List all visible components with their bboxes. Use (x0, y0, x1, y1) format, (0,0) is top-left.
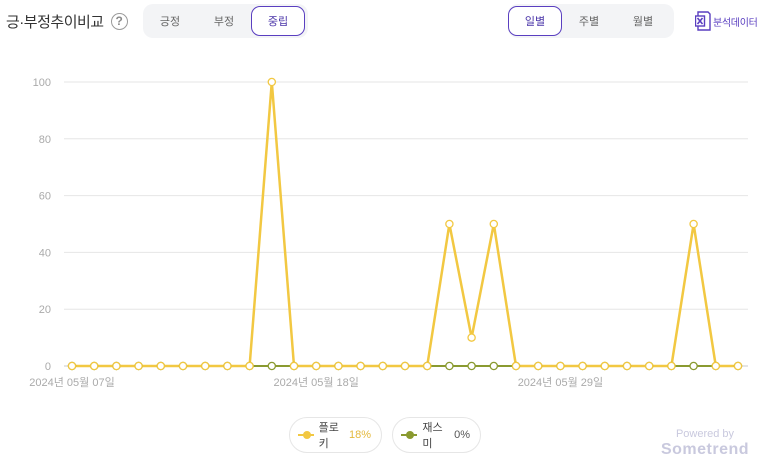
data-point-series-1 (533, 361, 543, 371)
legend-percent: 18% (348, 429, 371, 441)
powered-by-logo: Powered by Sometrend (660, 428, 750, 459)
data-point-series-1 (223, 361, 232, 371)
legend-item-series-2[interactable]: 재스미 0% (392, 417, 481, 453)
legend-marker-series-1 (298, 430, 314, 440)
data-point-series-1 (556, 361, 565, 371)
y-tick-label: 20 (39, 304, 51, 316)
legend-marker-series-2 (401, 430, 418, 440)
data-point-series-1 (334, 361, 343, 371)
data-point-series-1 (400, 361, 410, 371)
legend-item-series-1[interactable]: 플로키 18% (289, 417, 382, 453)
legend-percent: 0% (454, 429, 470, 441)
data-point-series-1 (289, 361, 299, 371)
data-point-series-2 (489, 361, 499, 371)
y-tick-label: 0 (45, 361, 51, 373)
data-point-series-1 (112, 361, 121, 371)
data-point-series-1 (156, 361, 166, 371)
data-point-series-1 (489, 219, 499, 229)
data-point-series-1 (667, 361, 676, 371)
legend-name: 재스미 (422, 422, 443, 450)
data-point-series-1 (422, 361, 432, 371)
y-tick-label: 100 (33, 77, 51, 89)
data-point-series-1 (733, 361, 743, 371)
data-point-series-2 (445, 361, 454, 371)
data-point-series-2 (467, 361, 476, 371)
data-point-series-1 (245, 361, 254, 371)
data-point-series-1 (445, 219, 454, 229)
data-point-series-1 (356, 361, 365, 371)
trend-line-chart: 0 20 40 60 80 100 2024년 05월 07일 2024년 05월 18일 20… (29, 77, 748, 389)
data-point-series-1 (467, 333, 476, 342)
data-point-series-2 (267, 361, 277, 371)
data-point-series-1 (200, 361, 210, 371)
data-point-series-1 (578, 361, 587, 371)
x-tick-label: 2024년 05월 29일 (518, 375, 603, 389)
data-point-series-1 (378, 361, 388, 371)
data-point-series-1 (600, 361, 610, 371)
data-point-series-1 (178, 361, 188, 371)
powered-by-text: Powered by (675, 428, 735, 440)
series-line-1 (72, 80, 738, 368)
data-point-series-1 (134, 361, 143, 371)
y-tick-label: 80 (39, 134, 51, 146)
brand-logo-text: Sometrend (660, 441, 750, 458)
data-point-series-1 (89, 361, 99, 371)
data-point-series-1 (689, 219, 698, 229)
y-tick-label: 40 (39, 247, 51, 259)
data-point-series-1 (622, 361, 632, 371)
data-point-series-1 (311, 361, 321, 371)
data-point-series-1 (267, 77, 277, 87)
y-tick-label: 60 (39, 191, 51, 203)
data-point-series-1 (711, 361, 721, 371)
x-tick-label: 2024년 05월 18일 (273, 375, 358, 389)
data-point-series-1 (511, 361, 521, 371)
x-tick-label: 2024년 05월 07일 (29, 375, 114, 389)
legend-name: 플로키 (318, 422, 339, 450)
data-point-series-1 (644, 361, 654, 371)
data-point-series-1 (67, 361, 77, 371)
data-point-series-2 (689, 361, 698, 371)
